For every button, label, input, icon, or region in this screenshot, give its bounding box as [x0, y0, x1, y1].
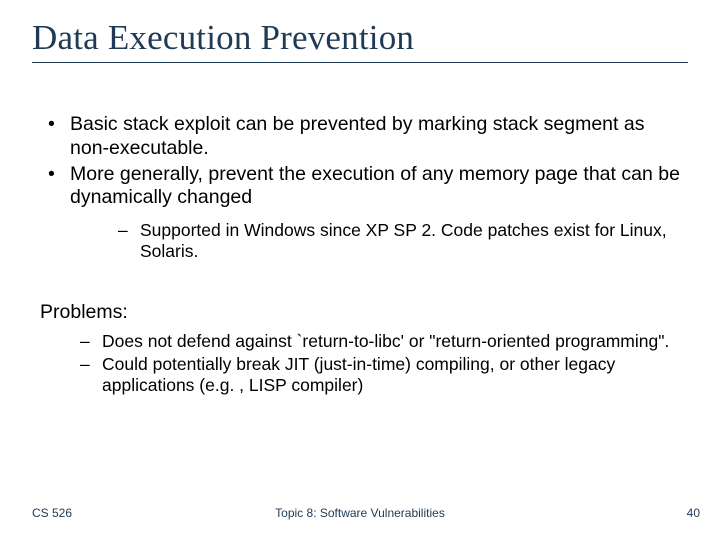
bullet-text: More generally, prevent the execution of… [70, 163, 680, 209]
slide-content: Basic stack exploit can be prevented by … [32, 113, 688, 397]
slide: Data Execution Prevention Basic stack ex… [0, 0, 720, 540]
footer-page-number: 40 [687, 506, 700, 520]
sub-bullet-item: Supported in Windows since XP SP 2. Code… [70, 220, 688, 263]
problems-list: Does not defend against `return-to-libc'… [32, 331, 688, 397]
title-rule [32, 62, 688, 63]
footer-topic: Topic 8: Software Vulnerabilities [0, 506, 720, 520]
bullet-item: More generally, prevent the execution of… [32, 163, 688, 263]
problems-item: Could potentially break JIT (just-in-tim… [32, 354, 688, 397]
bullet-item: Basic stack exploit can be prevented by … [32, 113, 688, 161]
bullet-list: Basic stack exploit can be prevented by … [32, 113, 688, 263]
slide-title: Data Execution Prevention [32, 18, 688, 58]
problems-item: Does not defend against `return-to-libc'… [32, 331, 688, 352]
problems-heading: Problems: [40, 301, 688, 325]
sub-bullet-list: Supported in Windows since XP SP 2. Code… [70, 220, 688, 263]
